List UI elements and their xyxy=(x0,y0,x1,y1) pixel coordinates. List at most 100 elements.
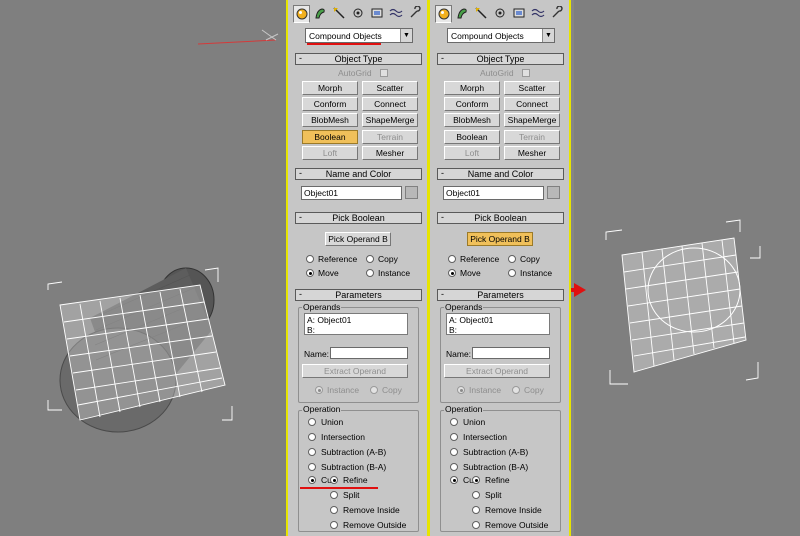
parameters-rollout-header[interactable]: - Parameters xyxy=(437,289,564,301)
create-sphere-icon[interactable] xyxy=(293,5,310,23)
connect-button[interactable]: Connect xyxy=(362,97,418,111)
move-radio[interactable] xyxy=(448,269,456,277)
blobmesh-button[interactable]: BlobMesh xyxy=(444,113,500,127)
category-dropdown[interactable]: Compound Objects ▼ xyxy=(305,28,413,43)
cut-radio[interactable] xyxy=(450,476,458,484)
boolean-button[interactable]: Boolean xyxy=(302,130,358,144)
parameters-rollout-header[interactable]: - Parameters xyxy=(295,289,422,301)
cut-option-radio[interactable] xyxy=(472,506,480,514)
chevron-down-icon[interactable]: ▼ xyxy=(542,29,554,42)
reference-radio[interactable] xyxy=(306,255,314,263)
operation-radio[interactable] xyxy=(450,418,458,426)
cut-option-radio[interactable] xyxy=(472,476,480,484)
move-radio[interactable] xyxy=(306,269,314,277)
operation-radio[interactable] xyxy=(450,463,458,471)
operand-a[interactable]: A: Object01 xyxy=(307,315,405,325)
extract-instance-radio[interactable] xyxy=(315,386,323,394)
utilities-icon[interactable] xyxy=(388,5,405,23)
extract-copy-label: Copy xyxy=(524,385,544,395)
modify-icon[interactable] xyxy=(312,5,329,23)
motion-icon[interactable] xyxy=(492,5,509,23)
object-color-swatch[interactable] xyxy=(547,186,560,199)
scatter-button[interactable]: Scatter xyxy=(362,81,418,95)
extract-copy-radio[interactable] xyxy=(370,386,378,394)
cut-option-radio[interactable] xyxy=(330,506,338,514)
operand-b[interactable]: B: xyxy=(307,325,405,335)
hierarchy-icon[interactable] xyxy=(473,5,490,23)
pick-operand-b-button[interactable]: Pick Operand B xyxy=(467,232,533,246)
cut-option-radio[interactable] xyxy=(330,476,338,484)
display-icon[interactable] xyxy=(511,5,528,23)
extract-operand-button[interactable]: Extract Operand xyxy=(302,364,408,378)
terrain-button[interactable]: Terrain xyxy=(362,130,418,144)
boolean-button[interactable]: Boolean xyxy=(444,130,500,144)
motion-icon[interactable] xyxy=(350,5,367,23)
operation-radio[interactable] xyxy=(308,433,316,441)
operand-name-field[interactable] xyxy=(330,347,408,359)
instance-radio[interactable] xyxy=(508,269,516,277)
wrench-icon[interactable] xyxy=(407,5,424,23)
cut-option-radio[interactable] xyxy=(330,521,338,529)
modify-icon[interactable] xyxy=(454,5,471,23)
instance-radio[interactable] xyxy=(366,269,374,277)
copy-radio[interactable] xyxy=(366,255,374,263)
operation-radio[interactable] xyxy=(308,418,316,426)
object-name-field[interactable]: Object01 xyxy=(301,186,402,200)
terrain-button[interactable]: Terrain xyxy=(504,130,560,144)
operation-radio[interactable] xyxy=(450,448,458,456)
pick-boolean-rollout-header[interactable]: - Pick Boolean xyxy=(437,212,564,224)
mesher-button[interactable]: Mesher xyxy=(504,146,560,160)
object-name-field[interactable]: Object01 xyxy=(443,186,544,200)
mesher-button[interactable]: Mesher xyxy=(362,146,418,160)
conform-button[interactable]: Conform xyxy=(444,97,500,111)
morph-button[interactable]: Morph xyxy=(302,81,358,95)
morph-button[interactable]: Morph xyxy=(444,81,500,95)
operation-radio[interactable] xyxy=(450,433,458,441)
loft-button[interactable]: Loft xyxy=(302,146,358,160)
extract-copy-label: Copy xyxy=(382,385,402,395)
connect-button[interactable]: Connect xyxy=(504,97,560,111)
viewport-right[interactable] xyxy=(574,0,800,536)
viewport-left[interactable] xyxy=(0,0,286,536)
category-dropdown[interactable]: Compound Objects ▼ xyxy=(447,28,555,43)
conform-button[interactable]: Conform xyxy=(302,97,358,111)
operation-option-label: Union xyxy=(321,417,344,427)
cut-option-radio[interactable] xyxy=(330,491,338,499)
operand-name-field[interactable] xyxy=(472,347,550,359)
operands-list[interactable]: A: Object01 B: xyxy=(304,313,408,335)
utilities-icon[interactable] xyxy=(530,5,547,23)
chevron-down-icon[interactable]: ▼ xyxy=(400,29,412,42)
create-sphere-icon[interactable] xyxy=(435,5,452,23)
shapemerge-button[interactable]: ShapeMerge xyxy=(362,113,418,127)
shapemerge-button[interactable]: ShapeMerge xyxy=(504,113,560,127)
cut-radio[interactable] xyxy=(308,476,316,484)
cut-option-radio[interactable] xyxy=(472,491,480,499)
autogrid-checkbox[interactable] xyxy=(522,69,530,77)
scatter-button[interactable]: Scatter xyxy=(504,81,560,95)
name-color-rollout-header[interactable]: - Name and Color xyxy=(295,168,422,180)
wrench-icon[interactable] xyxy=(549,5,566,23)
extract-instance-radio[interactable] xyxy=(457,386,465,394)
operands-label: Operands xyxy=(302,302,342,312)
name-color-rollout-header[interactable]: - Name and Color xyxy=(437,168,564,180)
extract-copy-radio[interactable] xyxy=(512,386,520,394)
pick-boolean-rollout-header[interactable]: - Pick Boolean xyxy=(295,212,422,224)
object-type-rollout-header[interactable]: - Object Type xyxy=(295,53,422,65)
autogrid-checkbox[interactable] xyxy=(380,69,388,77)
operand-b[interactable]: B: xyxy=(449,325,547,335)
pick-operand-b-button[interactable]: Pick Operand B xyxy=(325,232,391,246)
hierarchy-icon[interactable] xyxy=(331,5,348,23)
loft-button[interactable]: Loft xyxy=(444,146,500,160)
display-icon[interactable] xyxy=(369,5,386,23)
extract-operand-button[interactable]: Extract Operand xyxy=(444,364,550,378)
operation-radio[interactable] xyxy=(308,463,316,471)
operands-list[interactable]: A: Object01 B: xyxy=(446,313,550,335)
object-color-swatch[interactable] xyxy=(405,186,418,199)
cut-option-radio[interactable] xyxy=(472,521,480,529)
operand-a[interactable]: A: Object01 xyxy=(449,315,547,325)
object-type-rollout-header[interactable]: - Object Type xyxy=(437,53,564,65)
reference-radio[interactable] xyxy=(448,255,456,263)
blobmesh-button[interactable]: BlobMesh xyxy=(302,113,358,127)
copy-radio[interactable] xyxy=(508,255,516,263)
operation-radio[interactable] xyxy=(308,448,316,456)
